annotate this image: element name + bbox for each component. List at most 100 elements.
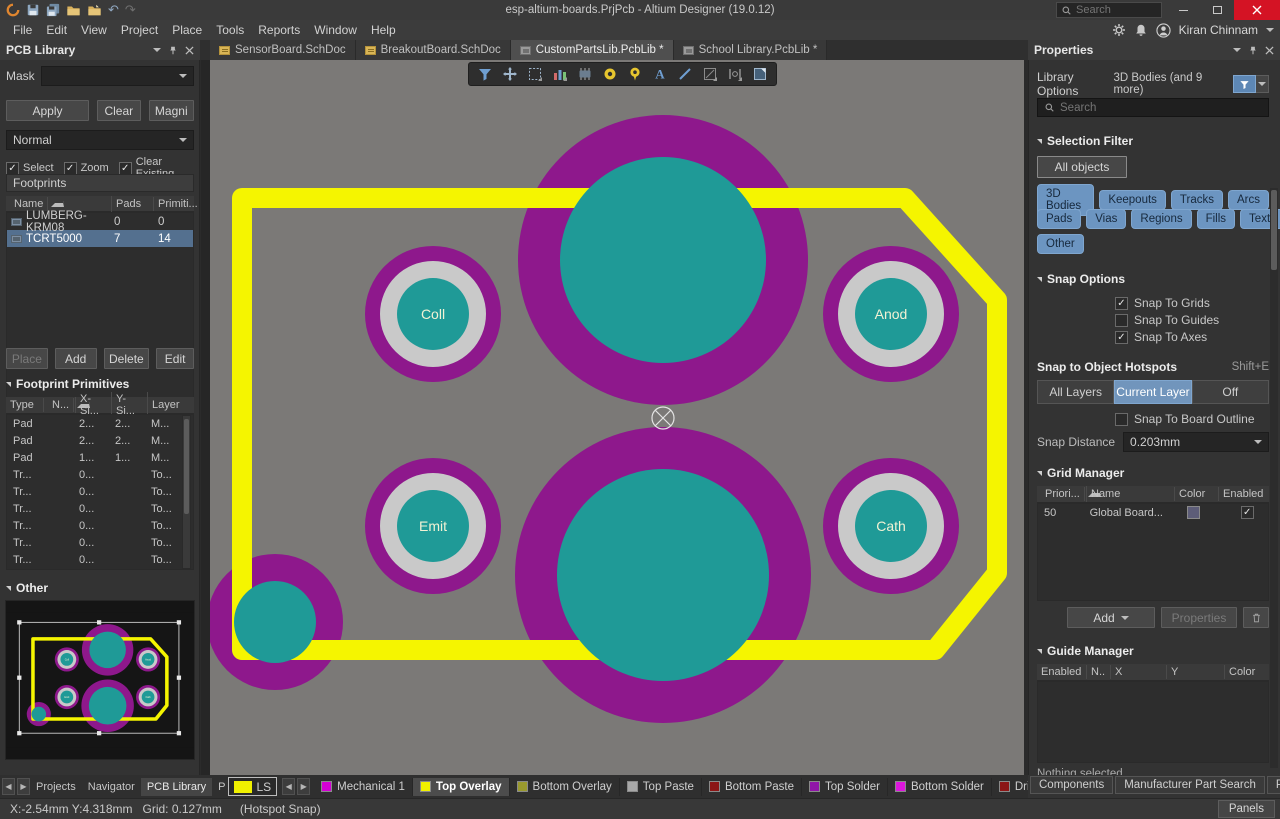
segment-all-layers[interactable]: All Layers: [1037, 380, 1114, 404]
guide-manager-header[interactable]: Guide Manager: [1037, 644, 1269, 658]
layer-tab[interactable]: Top Paste: [620, 778, 702, 796]
primitive-row[interactable]: Tr... 0... To...: [7, 534, 193, 551]
pcb-canvas[interactable]: Coll Anod Emit Cath: [210, 60, 1024, 775]
select-area-icon[interactable]: [523, 64, 547, 84]
layer-tab[interactable]: Drill Guide: [992, 778, 1028, 796]
menu-reports[interactable]: Reports: [251, 21, 307, 39]
grid-delete-button[interactable]: [1243, 607, 1269, 628]
snap-to-axes-checkbox[interactable]: ✓Snap To Axes: [1115, 330, 1280, 344]
grid-row-global-board[interactable]: 50 Global Board... ✓: [1038, 504, 1268, 521]
dock-tab-properties[interactable]: Properties: [1267, 776, 1280, 794]
layer-scroll-left-icon[interactable]: ◀: [282, 778, 295, 795]
edit-button[interactable]: Edit: [156, 348, 194, 369]
chevron-down-icon[interactable]: [1266, 28, 1274, 32]
filter-chip-regions[interactable]: Regions: [1131, 209, 1191, 229]
footprint-primitives-section-header[interactable]: Footprint Primitives: [6, 377, 194, 391]
open-project-icon[interactable]: [87, 3, 102, 17]
snap-to-guides-checkbox[interactable]: Snap To Guides: [1115, 313, 1280, 327]
guide-manager-table-header[interactable]: Enabled N.. X Y Color: [1037, 664, 1269, 681]
segment-off[interactable]: Off: [1192, 380, 1269, 404]
save-all-icon[interactable]: [46, 3, 60, 17]
primitive-row[interactable]: Tr... 0... To...: [7, 500, 193, 517]
clear-button[interactable]: Clear: [97, 100, 141, 121]
component-icon[interactable]: [573, 64, 597, 84]
mode-dropdown[interactable]: Normal: [6, 130, 194, 150]
menu-project[interactable]: Project: [114, 21, 165, 39]
other-section-header[interactable]: Other: [6, 581, 194, 595]
panel-tab-truncated[interactable]: P: [212, 778, 225, 796]
primitive-row[interactable]: Pad 2... 2... M...: [7, 432, 193, 449]
dock-tab-components[interactable]: Components: [1030, 776, 1113, 794]
primitive-row[interactable]: Pad 2... 2... M...: [7, 415, 193, 432]
panel-tab-projects[interactable]: Projects: [30, 778, 82, 796]
grid-manager-table-header[interactable]: Priori... Name Color Enabled: [1037, 486, 1269, 503]
doc-tab-breakoutboard[interactable]: BreakoutBoard.SchDoc: [356, 40, 511, 60]
properties-search-input[interactable]: [1060, 102, 1250, 114]
doc-tab-custompartslib[interactable]: CustomPartsLib.PcbLib *: [511, 40, 674, 60]
layer-tab[interactable]: Bottom Overlay: [510, 778, 620, 796]
snap-to-grids-checkbox[interactable]: ✓Snap To Grids: [1115, 296, 1280, 310]
pin-icon[interactable]: [168, 45, 178, 56]
panel-menu-icon[interactable]: [153, 48, 161, 52]
menu-window[interactable]: Window: [307, 21, 364, 39]
save-icon[interactable]: [26, 3, 40, 17]
grid-add-button[interactable]: Add: [1067, 607, 1155, 628]
move-icon[interactable]: [498, 64, 522, 84]
filter-dropdown-button[interactable]: [1256, 75, 1269, 93]
via-icon[interactable]: [623, 64, 647, 84]
redo-icon[interactable]: ↷: [125, 3, 136, 17]
mask-dropdown[interactable]: [41, 66, 194, 86]
user-name[interactable]: Kiran Chinnam: [1179, 23, 1258, 37]
panels-button[interactable]: Panels: [1218, 800, 1275, 818]
undo-icon[interactable]: ↶: [108, 3, 119, 17]
filter-chip-fills[interactable]: Fills: [1197, 209, 1235, 229]
doc-tab-sensorboard[interactable]: SensorBoard.SchDoc: [210, 40, 356, 60]
maximize-button[interactable]: [1202, 0, 1232, 20]
grid-enabled-checkbox[interactable]: ✓: [1241, 506, 1254, 519]
properties-scrollbar[interactable]: [1270, 188, 1278, 768]
menu-tools[interactable]: Tools: [209, 21, 251, 39]
filter-chip-arcs[interactable]: Arcs: [1228, 190, 1269, 210]
panel-tab-navigator[interactable]: Navigator: [82, 778, 141, 796]
object-filter-button[interactable]: [1233, 75, 1256, 93]
layer-tab[interactable]: Top Solder: [802, 778, 888, 796]
snap-distance-dropdown[interactable]: 0.203mm: [1123, 432, 1269, 452]
panel-menu-icon[interactable]: [1233, 48, 1241, 52]
dock-tab-manufacturer-part-search[interactable]: Manufacturer Part Search: [1115, 776, 1265, 794]
filter-select-icon[interactable]: [473, 64, 497, 84]
standard-dimension-icon[interactable]: [723, 64, 747, 84]
filter-chip-other[interactable]: Other: [1037, 234, 1084, 254]
menu-view[interactable]: View: [74, 21, 114, 39]
snap-board-outline-checkbox[interactable]: Snap To Board Outline: [1115, 412, 1280, 426]
primitives-scrollbar[interactable]: [182, 415, 191, 569]
apply-button[interactable]: Apply: [6, 100, 89, 121]
primitive-row[interactable]: Pad 1... 1... M...: [7, 449, 193, 466]
filter-scope-label[interactable]: 3D Bodies (and 9 more): [1113, 72, 1228, 96]
segment-current-layer[interactable]: Current Layer: [1114, 380, 1191, 404]
layer-tab[interactable]: Mechanical 1: [314, 778, 413, 796]
close-button[interactable]: [1234, 0, 1280, 20]
filter-chip-keepouts[interactable]: Keepouts: [1099, 190, 1166, 210]
panel-tabs-scroll-right-icon[interactable]: ▶: [17, 778, 30, 795]
zoom-checkbox[interactable]: ✓Zoom: [64, 162, 109, 175]
grid-properties-button[interactable]: Properties: [1161, 607, 1237, 628]
menu-edit[interactable]: Edit: [39, 21, 74, 39]
notifications-bell-icon[interactable]: [1134, 23, 1148, 37]
user-avatar-icon[interactable]: [1156, 23, 1171, 38]
layer-tab[interactable]: Top Overlay: [413, 778, 510, 796]
close-icon[interactable]: [1265, 46, 1274, 55]
place-button[interactable]: Place: [6, 348, 48, 369]
select-checkbox[interactable]: ✓Select: [6, 162, 54, 175]
filter-chip-tracks[interactable]: Tracks: [1171, 190, 1223, 210]
primitives-table-header[interactable]: Type N... X-Si... Y-Si... Layer: [6, 397, 194, 414]
magnify-button[interactable]: Magni: [149, 100, 194, 121]
string-icon[interactable]: A: [648, 64, 672, 84]
panel-tab-pcb-library[interactable]: PCB Library: [141, 778, 212, 796]
region-icon[interactable]: [748, 64, 772, 84]
pad-icon[interactable]: [598, 64, 622, 84]
global-search-input[interactable]: [1076, 4, 1156, 16]
doc-tab-school-library[interactable]: School Library.PcbLib *: [674, 40, 828, 60]
line-icon[interactable]: [673, 64, 697, 84]
primitive-row[interactable]: Tr... 0... To...: [7, 483, 193, 500]
filter-chip-vias[interactable]: Vias: [1086, 209, 1126, 229]
